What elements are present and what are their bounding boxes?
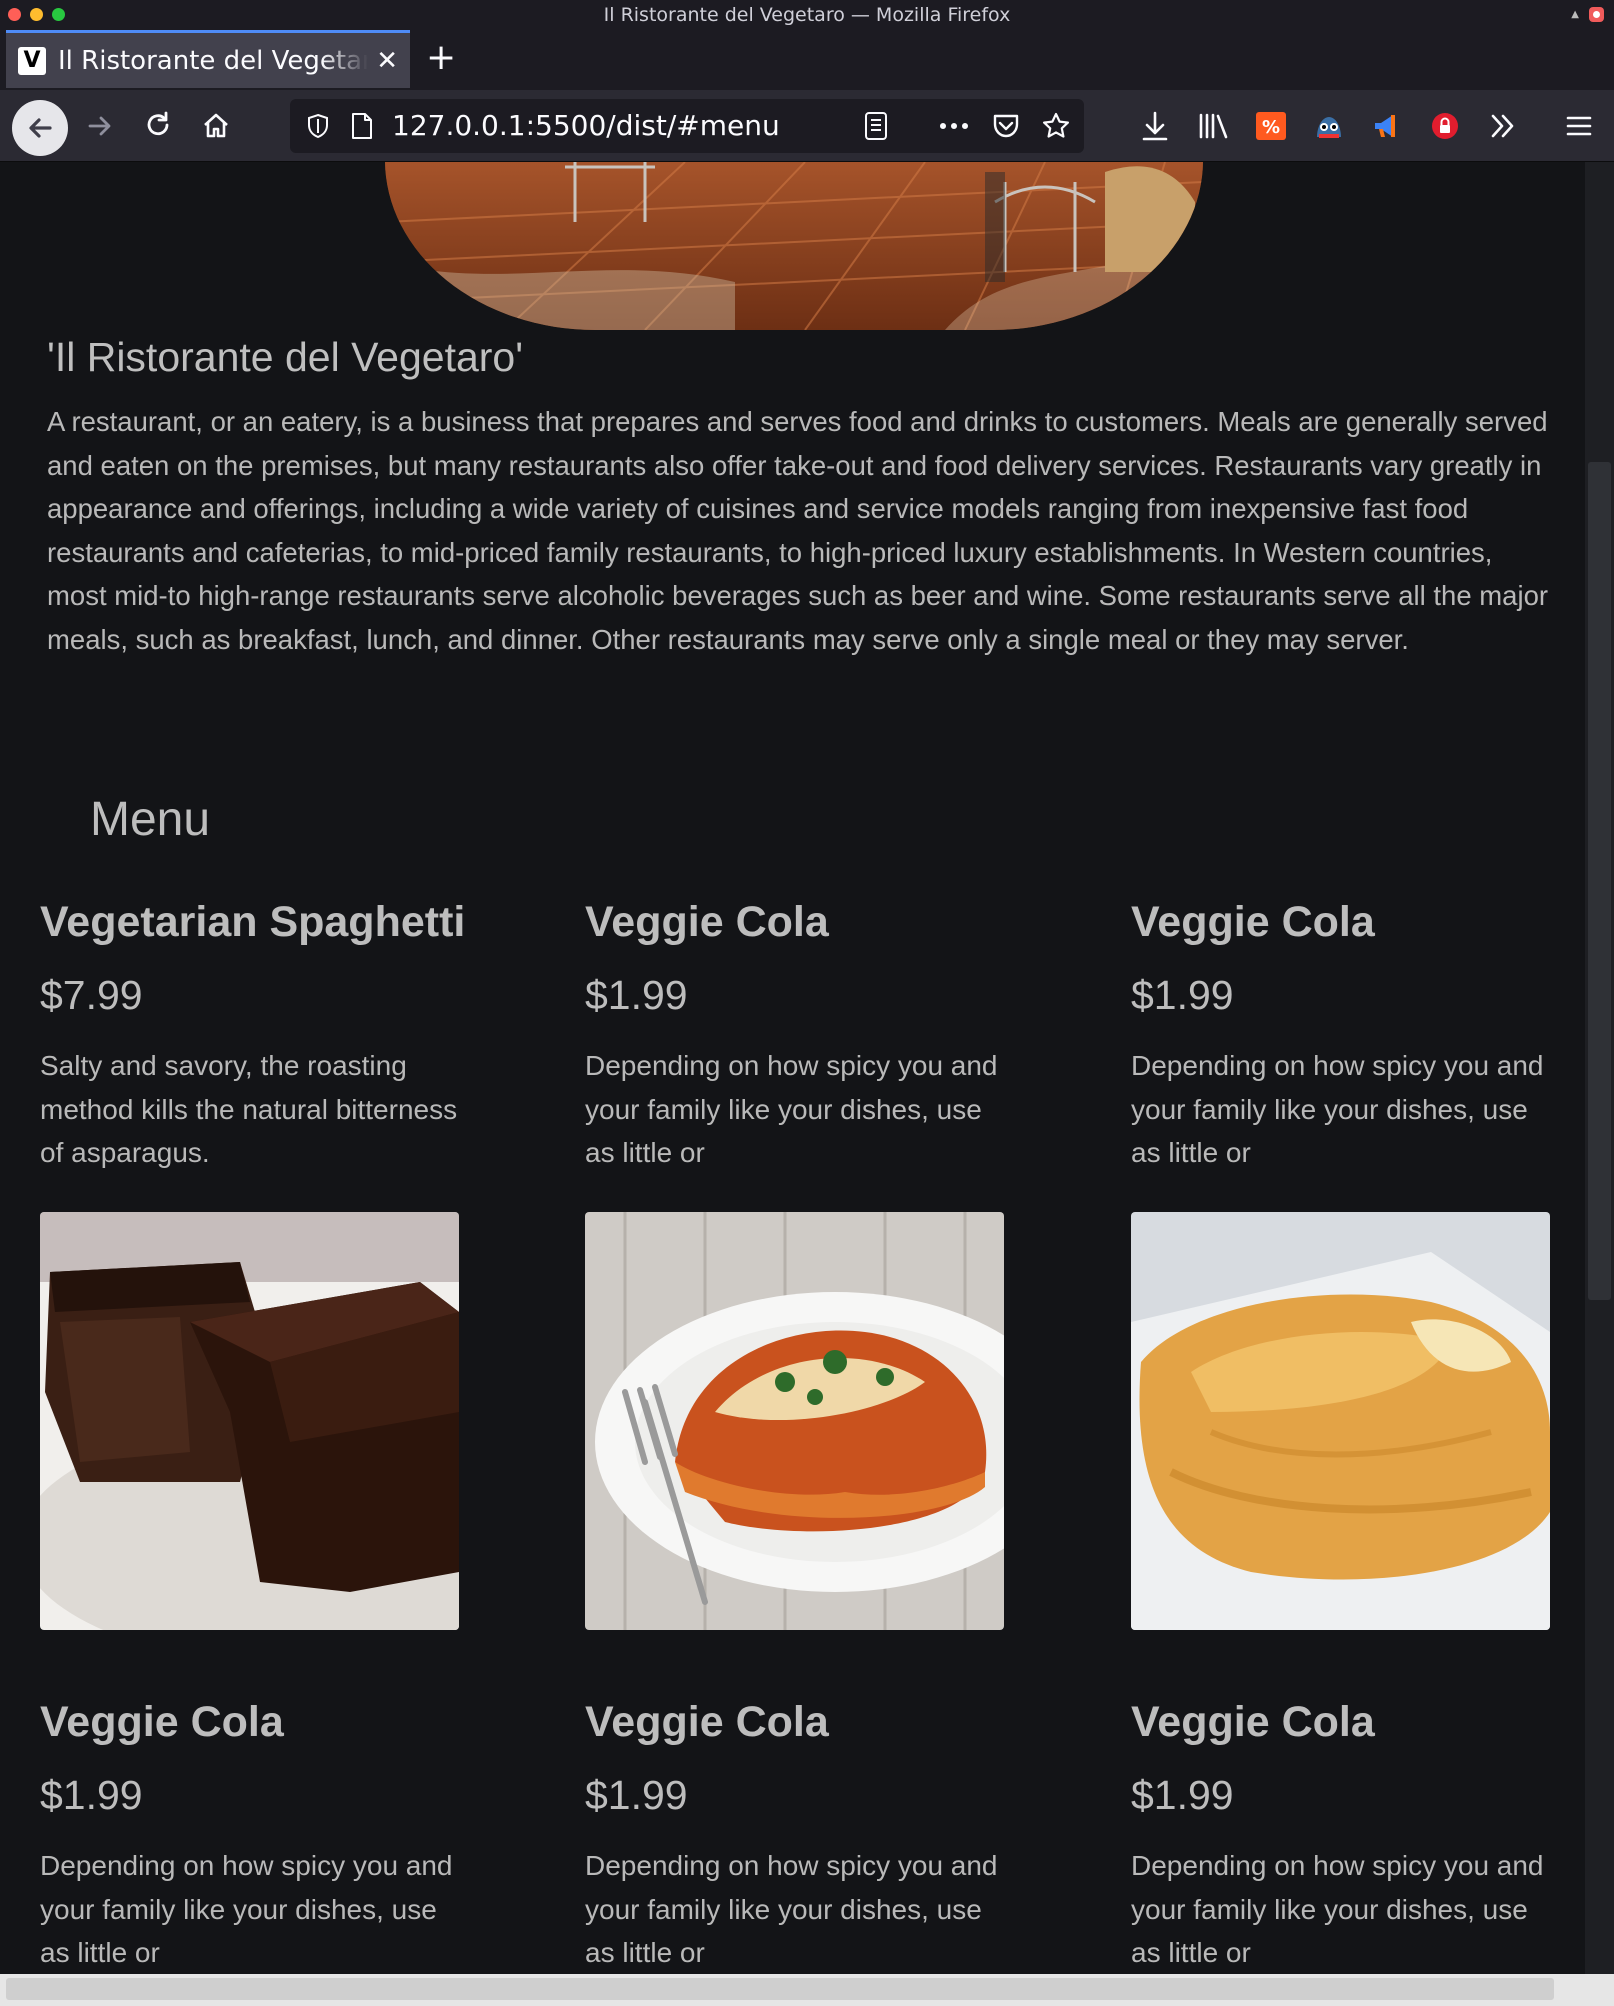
tab-favicon: V	[18, 46, 46, 75]
library-icon[interactable]	[1192, 105, 1234, 147]
menu-item-description: Depending on how spicy you and your fami…	[40, 1850, 453, 1969]
tab-title: Il Ristorante del Vegetaro	[58, 45, 369, 76]
about-title: 'Il Ristorante del Vegetaro'	[47, 334, 524, 380]
menu-item-name: Veggie Cola	[585, 898, 829, 946]
bookmark-star-icon[interactable]	[1038, 108, 1074, 144]
titlebar-status: ▲	[1571, 7, 1604, 22]
page-icon	[344, 108, 380, 144]
more-icon[interactable]	[936, 108, 972, 144]
reload-icon	[147, 111, 169, 136]
menu-item-price: $7.99	[40, 972, 143, 1018]
window-title: Il Ristorante del Vegetaro — Mozilla Fir…	[603, 4, 1011, 26]
menu-item-card: Veggie Cola $1.99 Depending on how spicy…	[1131, 896, 1561, 1175]
window-titlebar: Il Ristorante del Vegetaro — Mozilla Fir…	[0, 0, 1614, 30]
lasagna-plate-image	[585, 1212, 1004, 1630]
download-icon[interactable]	[1134, 105, 1176, 147]
menu-item-card: Vegetarian Spaghetti $7.99 Salty and sav…	[40, 896, 470, 1175]
chocolate-brownie-image	[40, 1212, 459, 1630]
overflow-icon[interactable]	[1482, 105, 1524, 147]
page-viewport: 'Il Ristorante del Vegetaro' A restauran…	[0, 162, 1585, 1974]
menu-item-name: Veggie Cola	[585, 1698, 829, 1746]
menu-item-price: $1.99	[40, 1772, 143, 1818]
url-bar[interactable]: 127.0.0.1:5500/dist/#menu	[290, 99, 1084, 153]
menu-heading: Menu	[90, 793, 211, 846]
reload-button[interactable]	[134, 102, 182, 150]
menu-item-description: Depending on how spicy you and your fami…	[1131, 1850, 1544, 1969]
extension-icon[interactable]: %	[1250, 105, 1292, 147]
horizontal-scrollbar[interactable]	[0, 1974, 1614, 2006]
menu-item-price: $1.99	[1131, 1772, 1234, 1818]
menu-item-price: $1.99	[1131, 972, 1234, 1018]
extension-icon[interactable]	[1424, 105, 1466, 147]
vertical-scrollbar-thumb[interactable]	[1588, 462, 1611, 1300]
url-text[interactable]: 127.0.0.1:5500/dist/#menu	[392, 109, 780, 143]
new-tab-button[interactable]: +	[426, 38, 456, 78]
extension-icon[interactable]	[1366, 105, 1408, 147]
home-icon	[204, 113, 228, 138]
tab-close-icon[interactable]: ✕	[376, 46, 398, 76]
minimize-window-button[interactable]	[30, 8, 43, 21]
svg-text:%: %	[1262, 117, 1280, 138]
menu-item-name: Vegetarian Spaghetti	[40, 898, 466, 946]
back-icon	[29, 118, 52, 138]
forward-icon	[88, 116, 111, 136]
menu-item-name: Veggie Cola	[1131, 898, 1375, 946]
record-icon	[1589, 7, 1604, 22]
window-controls	[8, 8, 65, 21]
stuffed-squash-image	[1131, 1212, 1550, 1630]
about-paragraph: A restaurant, or an eatery, is a busines…	[47, 406, 1549, 655]
back-button[interactable]	[12, 100, 68, 156]
menu-item-description: Salty and savory, the roasting method ki…	[40, 1050, 458, 1169]
pocket-icon[interactable]	[988, 108, 1024, 144]
shield-icon[interactable]	[300, 108, 336, 144]
menu-item-description: Depending on how spicy you and your fami…	[585, 1050, 998, 1169]
menu-item-price: $1.99	[585, 972, 688, 1018]
reader-view-icon[interactable]	[858, 108, 894, 144]
extension-icon[interactable]	[1308, 105, 1350, 147]
tab-active[interactable]: V Il Ristorante del Vegetaro ✕	[6, 30, 410, 88]
menu-item-card: Veggie Cola $1.99 Depending on how spicy…	[585, 1696, 1015, 1974]
hamburger-menu-icon[interactable]	[1558, 105, 1600, 147]
home-button[interactable]	[192, 102, 240, 150]
forward-button[interactable]	[76, 102, 124, 150]
menu-item-card: Veggie Cola $1.99 Depending on how spicy…	[40, 1696, 470, 1974]
menu-item-card: Veggie Cola $1.99 Depending on how spicy…	[585, 896, 1015, 1175]
menu-item-description: Depending on how spicy you and your fami…	[585, 1850, 998, 1969]
horizontal-scrollbar-thumb[interactable]	[6, 1978, 1554, 2000]
menu-item-card: Veggie Cola $1.99 Depending on how spicy…	[1131, 1696, 1561, 1974]
zoom-window-button[interactable]	[52, 8, 65, 21]
menu-item-name: Veggie Cola	[40, 1698, 284, 1746]
caret-up-icon: ▲	[1571, 9, 1579, 20]
menu-item-price: $1.99	[585, 1772, 688, 1818]
menu-item-description: Depending on how spicy you and your fami…	[1131, 1050, 1544, 1169]
menu-item-name: Veggie Cola	[1131, 1698, 1375, 1746]
close-window-button[interactable]	[8, 8, 21, 21]
tab-strip: V Il Ristorante del Vegetaro ✕ +	[0, 30, 1614, 90]
restaurant-interior-image	[385, 162, 1203, 330]
navigation-toolbar: 127.0.0.1:5500/dist/#menu %	[0, 90, 1614, 162]
